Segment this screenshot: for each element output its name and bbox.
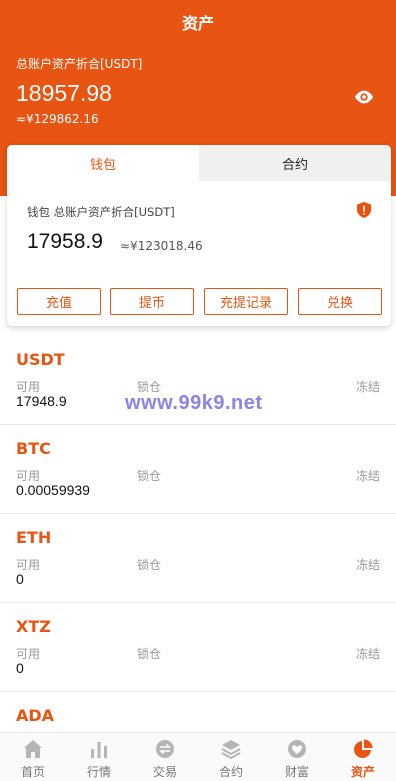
tab-wallet[interactable]: 钱包: [7, 145, 199, 181]
frozen-label: 冻结: [355, 380, 380, 394]
tab-assets[interactable]: 资产: [330, 733, 396, 781]
convert-button[interactable]: 兑换: [298, 288, 382, 315]
tab-contract-nav[interactable]: 合约: [198, 733, 264, 781]
account-tabs: 钱包 合约: [7, 145, 391, 181]
available-value: 0: [16, 660, 24, 676]
tab-label: 合约: [218, 765, 243, 779]
frozen-label: 冻结: [355, 469, 380, 483]
asset-name: BTC: [16, 439, 51, 458]
tab-label: 财富: [284, 765, 309, 779]
list-item[interactable]: ETH 可用 锁仓 冻结 0: [0, 514, 396, 603]
available-value: 17948.9: [16, 393, 67, 409]
available-value: 0.00059939: [16, 482, 90, 498]
layers-icon: [221, 740, 241, 759]
available-value: 0: [16, 571, 24, 587]
heart-icon: [288, 740, 306, 758]
locked-label: 锁仓: [137, 558, 162, 572]
withdraw-button[interactable]: 提币: [110, 288, 194, 315]
tab-trade[interactable]: 交易: [132, 733, 198, 781]
locked-label: 锁仓: [137, 647, 162, 661]
frozen-label: 冻结: [355, 558, 380, 572]
tab-market[interactable]: 行情: [66, 733, 132, 781]
tab-wealth[interactable]: 财富: [264, 733, 330, 781]
home-icon: [24, 740, 42, 758]
total-assets-cny: ≈¥129862.16: [16, 112, 99, 126]
tab-contract[interactable]: 合约: [199, 145, 391, 181]
watermark: www.99k9.net: [125, 392, 263, 414]
asset-name: ETH: [16, 528, 52, 547]
shield-icon: [357, 202, 371, 218]
list-item[interactable]: XTZ 可用 锁仓 冻结 0: [0, 603, 396, 692]
deposit-button[interactable]: 充值: [17, 288, 101, 315]
wallet-total-label: 钱包 总账户资产折合[USDT]: [27, 205, 175, 219]
exchange-icon: [156, 740, 174, 758]
tab-label: 行情: [86, 765, 111, 779]
tab-label: 交易: [152, 765, 177, 779]
tab-label: 首页: [20, 765, 45, 779]
wallet-total-cny: ≈¥123018.46: [120, 239, 203, 253]
bottom-tab-bar: 首页 行情 交易 合约 财富 资产: [0, 732, 396, 781]
pie-chart-icon: [354, 739, 373, 758]
tab-label: 资产: [350, 765, 375, 779]
total-assets-label: 总账户资产折合[USDT]: [16, 57, 143, 71]
wallet-total-value: 17958.9: [27, 230, 103, 253]
locked-label: 锁仓: [137, 469, 162, 483]
frozen-label: 冻结: [355, 647, 380, 661]
bar-chart-icon: [91, 742, 107, 758]
asset-name: USDT: [16, 350, 65, 369]
asset-name: ADA: [16, 706, 55, 725]
wallet-card: 钱包 合约 钱包 总账户资产折合[USDT] 17958.9 ≈¥123018.…: [7, 145, 391, 326]
deposit-withdraw-history-button[interactable]: 充提记录: [204, 288, 288, 315]
asset-name: XTZ: [16, 617, 51, 636]
page-title: 资产: [181, 14, 214, 33]
eye-icon[interactable]: [353, 88, 375, 106]
list-item[interactable]: BTC 可用 锁仓 冻结 0.00059939: [0, 425, 396, 514]
tab-home[interactable]: 首页: [0, 733, 66, 781]
total-assets-value: 18957.98: [16, 80, 112, 106]
